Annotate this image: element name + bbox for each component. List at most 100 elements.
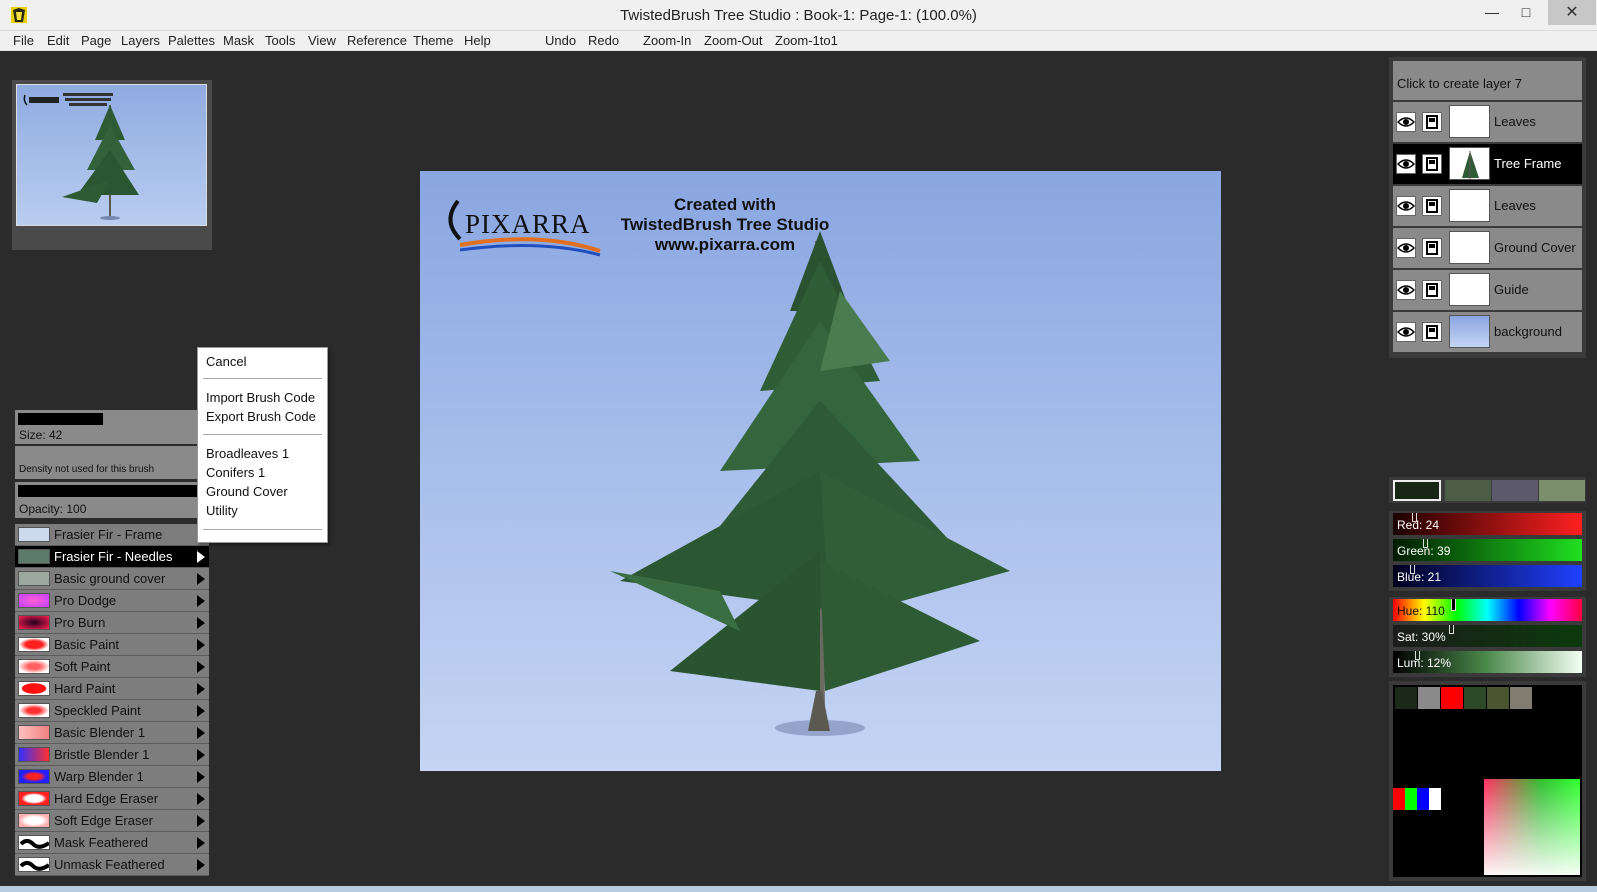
mixer-swatch[interactable] <box>1464 687 1486 709</box>
opacity-control[interactable]: Opacity: 100 <box>15 482 203 518</box>
brush-item[interactable]: Pro Burn <box>15 612 209 634</box>
layer-lock-icon[interactable] <box>1422 154 1442 174</box>
ctx-utility[interactable]: Utility <box>206 503 238 518</box>
ctx-import-brush-code[interactable]: Import Brush Code <box>206 390 315 405</box>
layer-lock-icon[interactable] <box>1422 196 1442 216</box>
ctx-cancel[interactable]: Cancel <box>206 354 246 369</box>
layer-lock-icon[interactable] <box>1422 238 1442 258</box>
quick-color-white[interactable] <box>1429 788 1441 810</box>
menu-edit[interactable]: Edit <box>47 33 69 48</box>
ctx-export-brush-code[interactable]: Export Brush Code <box>206 409 316 424</box>
brush-submenu-arrow-icon[interactable] <box>197 771 205 783</box>
brush-item[interactable]: Frasier Fir - Frame <box>15 524 209 546</box>
hue-slider[interactable]: Hue: 110 <box>1393 599 1582 621</box>
zoom-1to1-button[interactable]: Zoom-1to1 <box>775 33 838 48</box>
hue-slider-knob[interactable] <box>1451 599 1456 611</box>
brush-submenu-arrow-icon[interactable] <box>197 661 205 673</box>
brush-submenu-arrow-icon[interactable] <box>197 639 205 651</box>
ctx-ground-cover[interactable]: Ground Cover <box>206 484 288 499</box>
saturation-slider[interactable]: Sat: 30% <box>1393 625 1582 647</box>
drawing-canvas[interactable]: PIXARRA Created with TwistedBrush Tree S… <box>420 171 1221 771</box>
visibility-eye-icon[interactable] <box>1396 196 1416 216</box>
brush-item[interactable]: Bristle Blender 1 <box>15 744 209 766</box>
visibility-eye-icon[interactable] <box>1396 322 1416 342</box>
menu-tools[interactable]: Tools <box>265 33 295 48</box>
zoom-out-button[interactable]: Zoom-Out <box>704 33 763 48</box>
menu-help[interactable]: Help <box>464 33 491 48</box>
layer-lock-icon[interactable] <box>1422 322 1442 342</box>
zoom-in-button[interactable]: Zoom-In <box>643 33 691 48</box>
layer-row[interactable]: Leaves <box>1393 186 1582 226</box>
mixer-swatch[interactable] <box>1418 687 1440 709</box>
brush-item[interactable]: Soft Edge Eraser <box>15 810 209 832</box>
quick-color-red[interactable] <box>1393 788 1405 810</box>
brush-item[interactable]: Basic Paint <box>15 634 209 656</box>
brush-submenu-arrow-icon[interactable] <box>197 859 205 871</box>
brush-item[interactable]: Pro Dodge <box>15 590 209 612</box>
redo-button[interactable]: Redo <box>588 33 619 48</box>
undo-button[interactable]: Undo <box>545 33 576 48</box>
brush-submenu-arrow-icon[interactable] <box>197 617 205 629</box>
brush-item[interactable]: Hard Paint <box>15 678 209 700</box>
saturation-slider-knob[interactable] <box>1449 625 1454 634</box>
menu-palettes[interactable]: Palettes <box>168 33 215 48</box>
menu-layers[interactable]: Layers <box>121 33 160 48</box>
layer-row[interactable]: Tree Frame <box>1393 144 1582 184</box>
density-control[interactable]: Density not used for this brush <box>15 446 203 479</box>
layer-lock-icon[interactable] <box>1422 280 1442 300</box>
red-slider[interactable]: Red: 24 <box>1393 513 1582 535</box>
layer-row[interactable]: Ground Cover <box>1393 228 1582 268</box>
layer-lock-icon[interactable] <box>1422 112 1442 132</box>
menu-reference[interactable]: Reference <box>347 33 407 48</box>
quick-color-green[interactable] <box>1405 788 1417 810</box>
menu-mask[interactable]: Mask <box>223 33 254 48</box>
luminance-slider[interactable]: Lum: 12% <box>1393 651 1582 673</box>
visibility-eye-icon[interactable] <box>1396 280 1416 300</box>
brush-submenu-arrow-icon[interactable] <box>197 595 205 607</box>
brush-submenu-arrow-icon[interactable] <box>197 727 205 739</box>
brush-submenu-arrow-icon[interactable] <box>197 705 205 717</box>
size-control[interactable]: Size: 42 <box>15 410 203 444</box>
visibility-eye-icon[interactable] <box>1396 154 1416 174</box>
brush-item[interactable]: Warp Blender 1 <box>15 766 209 788</box>
brush-submenu-arrow-icon[interactable] <box>197 749 205 761</box>
color-mixer-area[interactable] <box>1393 685 1582 877</box>
maximize-button[interactable]: □ <box>1509 0 1543 25</box>
brush-submenu-arrow-icon[interactable] <box>197 573 205 585</box>
color-swatch[interactable] <box>1445 480 1491 501</box>
mixer-swatch[interactable] <box>1395 687 1417 709</box>
ctx-conifers[interactable]: Conifers 1 <box>206 465 265 480</box>
brush-submenu-arrow-icon[interactable] <box>197 683 205 695</box>
color-picker-square[interactable] <box>1484 779 1580 875</box>
color-swatch[interactable] <box>1492 480 1538 501</box>
menu-view[interactable]: View <box>308 33 336 48</box>
create-layer-button[interactable]: Click to create layer 7 <box>1393 61 1582 100</box>
brush-item[interactable]: Frasier Fir - Needles <box>15 546 209 568</box>
mixer-swatch[interactable] <box>1510 687 1532 709</box>
green-slider[interactable]: Green: 39 <box>1393 539 1582 561</box>
menu-theme[interactable]: Theme <box>413 33 453 48</box>
brush-item[interactable]: Soft Paint <box>15 656 209 678</box>
navigator-panel[interactable] <box>12 80 212 250</box>
quick-color-blue[interactable] <box>1417 788 1429 810</box>
menu-page[interactable]: Page <box>81 33 111 48</box>
menu-file[interactable]: File <box>13 33 34 48</box>
layer-row[interactable]: Guide <box>1393 270 1582 310</box>
mixer-swatch[interactable] <box>1441 687 1463 709</box>
ctx-broadleaves[interactable]: Broadleaves 1 <box>206 446 289 461</box>
brush-item[interactable]: Basic Blender 1 <box>15 722 209 744</box>
brush-item[interactable]: Hard Edge Eraser <box>15 788 209 810</box>
brush-item[interactable]: Speckled Paint <box>15 700 209 722</box>
blue-slider[interactable]: Blue: 21 <box>1393 565 1582 587</box>
minimize-button[interactable]: — <box>1475 0 1509 25</box>
brush-submenu-arrow-icon[interactable] <box>197 837 205 849</box>
brush-item[interactable]: Basic ground cover <box>15 568 209 590</box>
brush-submenu-arrow-icon[interactable] <box>197 551 205 563</box>
layer-row[interactable]: Leaves <box>1393 102 1582 142</box>
brush-submenu-arrow-icon[interactable] <box>197 793 205 805</box>
close-button[interactable]: ✕ <box>1548 0 1596 25</box>
color-swatch[interactable] <box>1539 480 1585 501</box>
current-color-swatch[interactable] <box>1393 480 1441 501</box>
brush-submenu-arrow-icon[interactable] <box>197 815 205 827</box>
navigator-thumbnail[interactable] <box>16 84 207 226</box>
